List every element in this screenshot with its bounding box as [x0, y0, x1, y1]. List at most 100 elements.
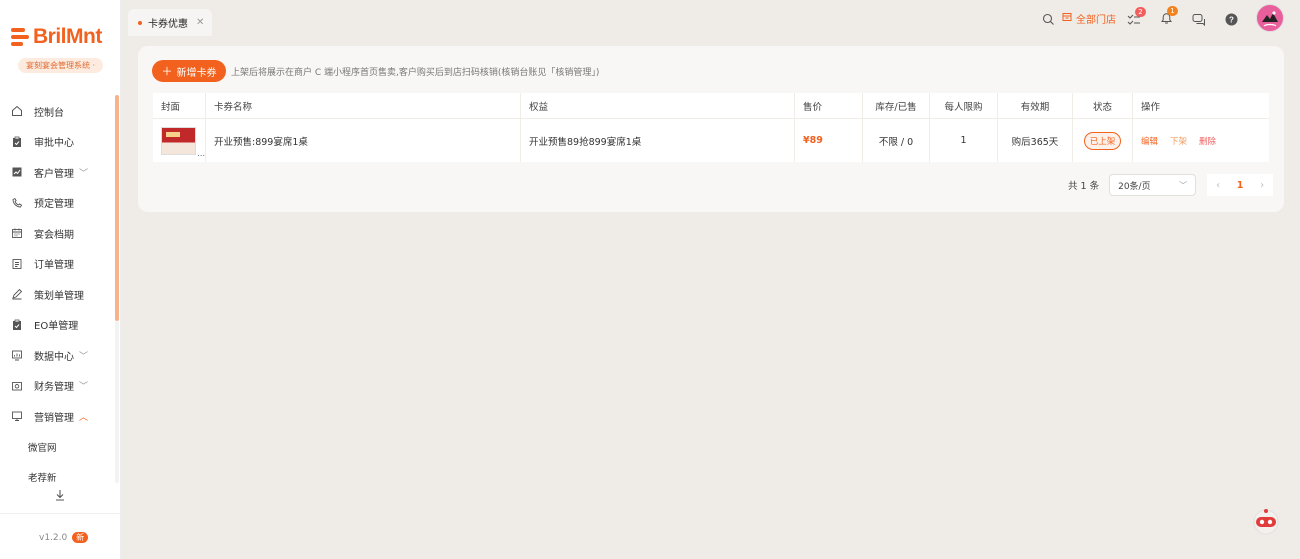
avatar[interactable]	[1256, 4, 1284, 32]
chat-icon[interactable]	[1191, 11, 1207, 27]
store-label: 全部门店	[1076, 15, 1116, 26]
sidebar-item-label: 宴会档期	[34, 229, 74, 241]
task-badge: 2	[1135, 7, 1146, 17]
chevron-down-icon: ﹀	[79, 168, 89, 179]
coupon-name-cell: 开业预售:899宴席1桌	[206, 119, 521, 162]
coupon-price-cell: ¥89	[795, 119, 863, 162]
tab-label: 卡券优惠	[148, 19, 188, 30]
sidebar-item-planning[interactable]: 策划单管理	[0, 279, 121, 310]
help-icon[interactable]: ?	[1223, 11, 1239, 27]
next-page-button[interactable]: ›	[1251, 174, 1274, 196]
table-row: ... 开业预售:899宴席1桌 开业预售89抢899宴席1桌 ¥89 不限 /…	[153, 119, 1269, 162]
pagination: 共 1 条 20条/页 ﹀ ‹ 1 ›	[1068, 174, 1274, 196]
prev-page-button[interactable]: ‹	[1207, 174, 1230, 196]
store-selector[interactable]: 全部门店	[1062, 11, 1116, 26]
table-header-row: 封面 卡券名称 权益 售价 库存/已售 每人限购 有效期 状态 操作	[153, 93, 1269, 119]
sidebar: BrilMnt 宴刻宴会管理系统 · 控制台 审批中心 客户管理 ﹀ 预定管理 …	[0, 0, 121, 559]
sidebar-item-label: 营销管理	[34, 412, 74, 424]
sidebar-item-dashboard[interactable]: 控制台	[0, 96, 121, 127]
tab-coupons[interactable]: 卡券优惠 ✕	[128, 9, 212, 36]
search-icon[interactable]	[1040, 11, 1056, 27]
logo-text: BrilMnt	[33, 25, 102, 48]
sidebar-item-label: 控制台	[34, 107, 64, 119]
coupon-limit-cell: 1	[930, 119, 998, 162]
add-coupon-label: 新增卡券	[176, 67, 217, 79]
column-header-actions: 操作	[1141, 101, 1161, 113]
finance-icon	[11, 380, 23, 392]
page-size-select[interactable]: 20条/页 ﹀	[1109, 174, 1197, 196]
chevron-right-icon: ›	[1260, 179, 1265, 191]
sidebar-nav: 控制台 审批中心 客户管理 ﹀ 预定管理 宴会档期 订单管理 策划单管理 EO单…	[0, 96, 121, 493]
download-icon[interactable]	[53, 488, 67, 502]
store-icon	[1062, 12, 1072, 25]
sidebar-item-marketing[interactable]: 营销管理 ︿	[0, 401, 121, 432]
cover-cell: ...	[153, 119, 206, 162]
approval-icon	[11, 136, 23, 148]
notice-badge: 1	[1167, 6, 1178, 16]
coupon-table: 封面 卡券名称 权益 售价 库存/已售 每人限购 有效期 状态 操作 ... 开…	[153, 93, 1269, 162]
system-tag: 宴刻宴会管理系统 ·	[18, 58, 104, 73]
sidebar-item-label: 财务管理	[34, 382, 74, 394]
coupon-cover-image[interactable]	[161, 126, 197, 155]
chevron-down-icon: ﹀	[79, 382, 89, 393]
chevron-down-icon: ﹀	[1179, 180, 1188, 190]
monitor-icon	[11, 410, 23, 422]
close-icon[interactable]: ✕	[196, 17, 204, 28]
sidebar-item-schedule[interactable]: 宴会档期	[0, 218, 121, 249]
bell-icon[interactable]: 1	[1158, 6, 1178, 26]
sidebar-item-finance[interactable]: 财务管理 ﹀	[0, 371, 121, 402]
delete-link[interactable]: 删除	[1199, 135, 1216, 147]
coupon-status-cell: 已上架	[1073, 119, 1133, 162]
sidebar-scrollbar-thumb[interactable]	[115, 95, 119, 321]
coupon-benefit-cell: 开业预售89抢899宴席1桌	[521, 119, 795, 162]
edit-link[interactable]: 编辑	[1141, 135, 1158, 147]
logo-mark-icon	[11, 27, 29, 47]
sidebar-item-booking[interactable]: 预定管理	[0, 188, 121, 219]
coupon-actions-cell: 编辑 下架 删除	[1133, 119, 1269, 162]
chevron-left-icon: ‹	[1216, 179, 1221, 191]
task-icon[interactable]: 2	[1126, 7, 1146, 27]
column-header-validity: 有效期	[998, 93, 1073, 118]
sidebar-subitem-microsite[interactable]: 微官网	[0, 432, 121, 463]
coupon-panel: ＋ 新增卡券 上架后将展示在商户 C 端小程序首页售卖,客户购买后到店扫码核销(…	[138, 46, 1284, 212]
column-header-price: 售价	[795, 93, 863, 118]
sidebar-footer: v1.2.0 新	[0, 513, 120, 559]
column-header-limit: 每人限购	[930, 93, 998, 118]
take-down-link[interactable]: 下架	[1170, 135, 1187, 147]
phone-icon	[11, 197, 23, 209]
column-header-name: 卡券名称	[206, 93, 521, 118]
data-icon	[11, 349, 23, 361]
new-badge: 新	[72, 532, 89, 543]
sidebar-item-label: 客户管理	[34, 168, 74, 180]
coupon-stock-cell: 不限 / 0	[863, 119, 930, 162]
page-number-button[interactable]: 1	[1229, 174, 1252, 196]
column-header-cover: 封面	[153, 93, 206, 118]
document-icon	[11, 258, 23, 270]
column-header-benefit: 权益	[521, 93, 795, 118]
add-coupon-button[interactable]: ＋ 新增卡券	[152, 60, 226, 82]
assistant-bot-icon[interactable]	[1250, 506, 1282, 536]
home-icon	[11, 105, 23, 117]
calendar-icon	[11, 227, 23, 239]
clipboard-icon	[11, 319, 23, 331]
sidebar-item-customers[interactable]: 客户管理 ﹀	[0, 157, 121, 188]
version-info: v1.2.0 新	[39, 532, 89, 543]
plus-icon: ＋	[161, 65, 173, 78]
svg-text:?: ?	[1229, 15, 1234, 24]
column-header-stock: 库存/已售	[863, 93, 930, 118]
column-header-status: 状态	[1073, 93, 1133, 118]
active-dot-icon	[138, 20, 142, 25]
sidebar-item-label: EO单管理	[34, 321, 79, 333]
sidebar-item-eo[interactable]: EO单管理	[0, 310, 121, 341]
sidebar-item-label: 订单管理	[34, 260, 74, 272]
sidebar-item-approval[interactable]: 审批中心	[0, 127, 121, 158]
sidebar-scrollbar-track[interactable]	[115, 321, 119, 483]
status-badge: 已上架	[1083, 131, 1122, 150]
brand-logo[interactable]: BrilMnt	[11, 25, 102, 49]
sidebar-item-orders[interactable]: 订单管理	[0, 249, 121, 280]
version-text: v1.2.0	[39, 532, 68, 543]
chevron-down-icon: ﹀	[79, 351, 89, 362]
sidebar-item-data[interactable]: 数据中心 ﹀	[0, 340, 121, 371]
chevron-up-icon: ︿	[79, 412, 89, 423]
total-count: 共 1 条	[1068, 181, 1100, 192]
